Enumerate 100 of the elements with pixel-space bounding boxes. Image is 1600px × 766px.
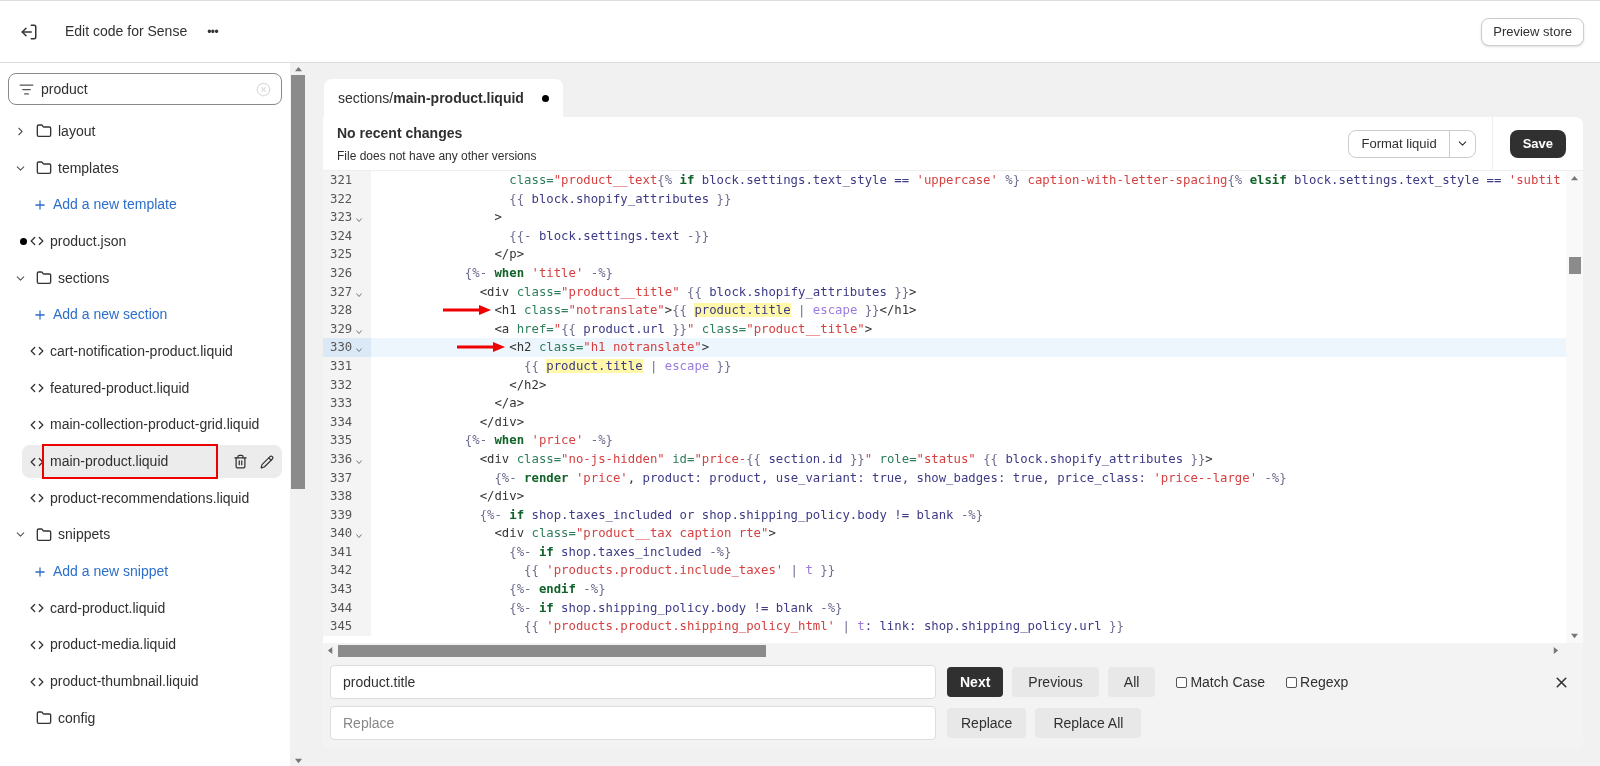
add-link[interactable]: Add a new template (33, 194, 177, 216)
more-button[interactable]: ••• (207, 22, 218, 41)
edit-icon[interactable] (260, 454, 274, 469)
line-number: 329 (330, 320, 354, 338)
code-token: {{ (524, 619, 540, 634)
scroll-thumb[interactable] (338, 644, 766, 657)
next-button[interactable]: Next (947, 667, 1004, 697)
code-token: {{ (561, 321, 577, 336)
add-link[interactable]: Add a new section (33, 304, 168, 326)
replace-all-button[interactable]: Replace All (1035, 708, 1142, 738)
line-number: 334 (330, 413, 354, 431)
scroll-thumb[interactable] (291, 75, 305, 489)
code-token: <div (479, 451, 511, 466)
code-token: class= (700, 321, 747, 336)
line-number: 340 (330, 525, 354, 543)
folder-item[interactable]: sections (0, 259, 290, 297)
code-token: escape (664, 358, 710, 373)
replace-field[interactable]: Replace (330, 706, 936, 740)
file-tab[interactable]: sections/main-product.liquid (324, 79, 563, 117)
code-token: %} (1004, 173, 1021, 187)
code-token: }} (863, 303, 880, 318)
fold-chevron-icon[interactable] (356, 329, 362, 334)
checkbox[interactable] (1176, 676, 1188, 688)
line-number: 344 (330, 599, 354, 617)
folder-item[interactable]: snippets (0, 516, 290, 554)
line-number: 322 (330, 190, 354, 208)
line-number: 325 (330, 246, 354, 264)
search-field[interactable]: product (41, 78, 256, 100)
code-token: id= (671, 451, 695, 466)
line-number: 336 (330, 450, 354, 468)
code-token: > (768, 526, 776, 541)
fold-chevron-icon[interactable] (356, 534, 362, 539)
scroll-thumb[interactable] (1568, 257, 1581, 274)
code-token: <h1 (494, 303, 518, 318)
fold-chevron-icon[interactable] (356, 348, 362, 353)
code-token: elsif (1249, 173, 1287, 187)
line-number: 342 (330, 562, 354, 580)
code-token: "notranslate" (568, 303, 665, 318)
line-number: 345 (330, 618, 354, 636)
folder-item[interactable]: layout (0, 113, 290, 150)
code-token: " (553, 321, 562, 336)
vertical-scrollbar[interactable] (1566, 171, 1583, 643)
code-token: {{- (509, 228, 533, 243)
line-number: 343 (330, 581, 354, 599)
history-subtitle: File does not have any other versions (337, 147, 537, 165)
line-number: 324 (330, 227, 354, 245)
code-token: | (648, 358, 659, 373)
fold-chevron-icon[interactable] (356, 292, 362, 297)
folder-item[interactable]: config (0, 700, 290, 737)
code-token: | (841, 619, 851, 634)
line-number: 341 (330, 543, 354, 561)
preview-button[interactable]: Preview store (1481, 17, 1584, 46)
scroll-down-icon[interactable] (1571, 632, 1578, 639)
format-button[interactable]: Format liquid (1348, 129, 1476, 158)
line-number: 338 (330, 488, 354, 506)
scroll-left-icon[interactable] (327, 647, 334, 654)
file-item[interactable]: featured-product.liquid (22, 371, 282, 405)
file-item[interactable]: cart-notification-product.liquid (22, 334, 282, 368)
file-item[interactable]: product.json (22, 224, 282, 258)
code-token: {% (1227, 173, 1244, 187)
code-token: " (687, 321, 695, 336)
code-token: class= (538, 340, 584, 355)
code-token: </div> (479, 414, 525, 429)
file-item[interactable]: main-product.liquid (22, 445, 282, 479)
folder-icon (36, 270, 52, 287)
file-item[interactable]: product-media.liquid (22, 628, 282, 662)
code-token: </a> (494, 396, 525, 411)
folder-item[interactable]: templates (0, 149, 290, 187)
code-token: {{ (982, 451, 999, 466)
code-token: class= (509, 173, 554, 187)
fold-chevron-icon[interactable] (356, 459, 362, 464)
search-box[interactable]: product (8, 73, 282, 105)
scroll-down-icon[interactable] (294, 756, 302, 764)
previous-button[interactable]: Previous (1012, 667, 1099, 697)
file-item[interactable]: product-recommendations.liquid (22, 481, 282, 515)
find-field[interactable]: product.title (330, 665, 936, 699)
code-token: {{ (746, 451, 763, 466)
code-token: block.shopify_attributes (1005, 451, 1184, 466)
line-number: 328 (330, 302, 354, 320)
replace-button[interactable]: Replace (947, 708, 1027, 738)
code-token: "product__title" (746, 321, 865, 336)
all-button[interactable]: All (1107, 667, 1156, 697)
file-item[interactable]: product-thumbnail.liquid (22, 665, 282, 699)
add-link[interactable]: Add a new snippet (33, 561, 169, 583)
plus-icon (33, 197, 47, 212)
file-item[interactable]: card-product.liquid (22, 591, 282, 625)
code-token: }} (819, 563, 836, 578)
fold-chevron-icon[interactable] (356, 218, 362, 223)
code-token: <a (494, 321, 511, 336)
checkbox[interactable] (1286, 676, 1298, 688)
scroll-up-icon[interactable] (1571, 175, 1578, 182)
vertical-scrollbar[interactable] (290, 63, 306, 766)
code-token: > (701, 340, 710, 355)
delete-icon[interactable] (233, 454, 248, 470)
scroll-up-icon[interactable] (294, 65, 302, 73)
save-button[interactable]: Save (1509, 129, 1566, 158)
file-item[interactable]: main-collection-product-grid.liquid (22, 408, 282, 442)
exit-icon[interactable] (20, 22, 38, 41)
code-token: caption-with-letter-spacing (1026, 173, 1228, 187)
scroll-right-icon[interactable] (1552, 647, 1559, 654)
